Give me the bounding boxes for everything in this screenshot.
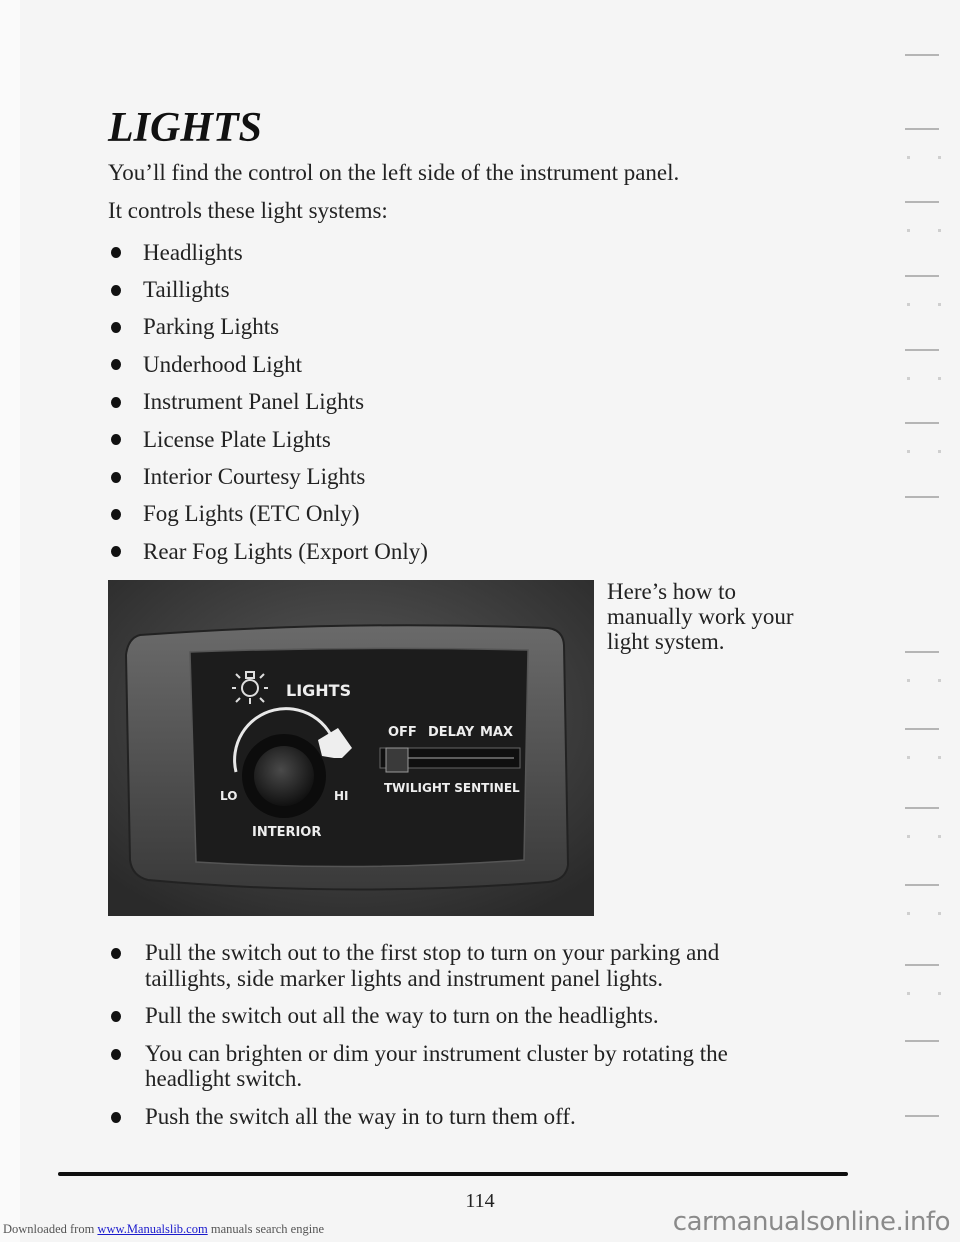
margin-mark <box>905 496 939 498</box>
lo-label: LO <box>220 789 237 803</box>
list-item: Parking Lights <box>108 309 428 346</box>
list-item-label: Push the switch all the way in to turn t… <box>145 1103 576 1129</box>
margin-dots <box>907 912 941 916</box>
list-item-label: Underhood Light <box>143 351 303 377</box>
twilight-sentinel-label: TWILIGHT SENTINEL <box>384 781 520 795</box>
list-item-label: Rear Fog Lights (Export Only) <box>143 538 428 564</box>
margin-mark <box>905 964 939 966</box>
light-systems-list: Headlights Taillights Parking Lights Und… <box>108 234 428 571</box>
bullet-icon <box>111 546 121 558</box>
max-label: MAX <box>480 725 513 740</box>
headlight-knob[interactable] <box>254 746 314 806</box>
aside-text: Here’s how to manually work your light s… <box>607 579 794 654</box>
light-control-photo: LIGHTS LO HI INTERIOR OFF DELAY MAX TWIL… <box>108 580 594 916</box>
margin-dots <box>907 377 941 381</box>
bullet-icon <box>111 321 121 333</box>
list-item-label: Instrument Panel Lights <box>143 389 365 415</box>
margin-mark <box>905 807 939 809</box>
margin-mark <box>905 128 939 130</box>
list-item: Fog Lights (ETC Only) <box>108 496 428 533</box>
margin-dots <box>907 229 941 233</box>
page-margin <box>0 0 20 1242</box>
lights-label: LIGHTS <box>286 681 351 700</box>
instructions-list: Pull the switch out to the first stop to… <box>108 940 808 1141</box>
bullet-icon <box>111 396 121 408</box>
bullet-icon <box>111 508 121 520</box>
bullet-icon <box>111 948 121 959</box>
margin-mark <box>905 275 939 277</box>
bullet-icon <box>111 1011 121 1022</box>
list-item-label: You can brighten or dim your instrument … <box>145 1040 728 1092</box>
list-item-label: Pull the switch out all the way to turn … <box>145 1003 659 1028</box>
margin-dots <box>907 156 941 160</box>
margin-mark <box>905 884 939 886</box>
bullet-icon <box>111 284 121 296</box>
off-label: OFF <box>388 725 417 740</box>
list-item: Rear Fog Lights (Export Only) <box>108 533 428 570</box>
list-item: Taillights <box>108 271 428 308</box>
list-item-label: Taillights <box>143 277 230 303</box>
list-item-label: Parking Lights <box>143 314 280 340</box>
watermark: carmanualsonline.info <box>672 1207 951 1237</box>
footer-suffix: manuals search engine <box>207 1222 324 1236</box>
page-title: LIGHTS <box>108 105 263 151</box>
list-item: Pull the switch out to the first stop to… <box>108 940 808 991</box>
margin-dots <box>907 835 941 839</box>
list-item: Headlights <box>108 234 428 271</box>
list-item-label: License Plate Lights <box>143 426 331 452</box>
margin-mark <box>905 54 939 56</box>
list-item: Pull the switch out all the way to turn … <box>108 1003 808 1029</box>
bullet-icon <box>111 1048 121 1060</box>
list-item: You can brighten or dim your instrument … <box>108 1041 808 1092</box>
list-item: Instrument Panel Lights <box>108 384 428 421</box>
margin-dots <box>907 756 941 760</box>
delay-label: DELAY <box>428 725 475 740</box>
bullet-icon <box>111 471 121 483</box>
margin-dots <box>907 303 941 307</box>
bullet-icon <box>111 247 121 259</box>
list-item-label: Headlights <box>143 239 243 265</box>
list-item-label: Interior Courtesy Lights <box>143 464 366 490</box>
margin-dots <box>907 679 941 683</box>
list-item-label: Pull the switch out to the first stop to… <box>145 940 720 991</box>
list-item: Push the switch all the way in to turn t… <box>108 1104 808 1130</box>
twilight-sentinel-slider[interactable] <box>385 747 409 773</box>
margin-mark <box>905 349 939 351</box>
footer-rule <box>58 1172 848 1176</box>
list-item: License Plate Lights <box>108 421 428 458</box>
bullet-icon <box>111 1111 121 1123</box>
margin-dots <box>907 992 941 996</box>
bullet-icon <box>111 359 121 371</box>
intro-text: You’ll find the control on the left side… <box>108 160 680 185</box>
control-panel-illustration: LIGHTS LO HI INTERIOR OFF DELAY MAX TWIL… <box>108 580 594 916</box>
margin-mark <box>905 1115 939 1117</box>
margin-dots <box>907 450 941 454</box>
margin-mark <box>905 728 939 730</box>
scan-margin-marks <box>905 0 945 1180</box>
margin-mark <box>905 651 939 653</box>
manualslib-link[interactable]: www.Manualslib.com <box>97 1222 207 1236</box>
margin-mark <box>905 201 939 203</box>
list-item-label: Fog Lights (ETC Only) <box>143 501 360 527</box>
margin-mark <box>905 1040 939 1042</box>
list-item: Underhood Light <box>108 346 428 383</box>
download-footer: Downloaded from www.Manualslib.com manua… <box>3 1222 324 1237</box>
hi-label: HI <box>334 789 349 803</box>
margin-mark <box>905 422 939 424</box>
bullet-icon <box>111 434 121 446</box>
intro-text: It controls these light systems: <box>108 198 388 223</box>
footer-prefix: Downloaded from <box>3 1222 98 1236</box>
list-item: Interior Courtesy Lights <box>108 458 428 495</box>
interior-label: INTERIOR <box>252 825 321 840</box>
